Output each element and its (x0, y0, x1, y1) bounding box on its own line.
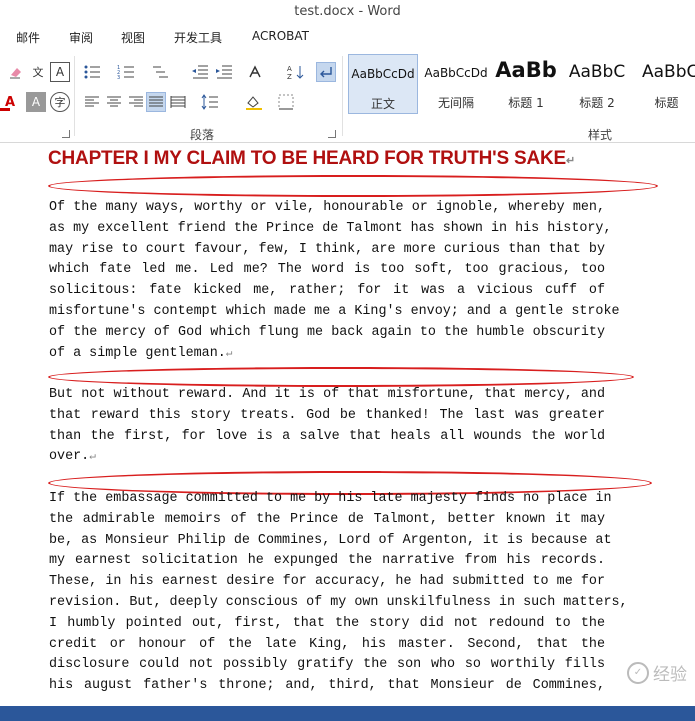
distributed-icon[interactable] (168, 92, 188, 112)
text-line: that reward this story treats. God be th… (49, 407, 605, 423)
bullets-icon[interactable] (82, 62, 102, 82)
styles-group-label: 样式 (588, 128, 613, 142)
text-line: solicitous: fate kicked me, rather; for … (49, 283, 605, 299)
text-line: of a simple gentleman.↵ (49, 345, 233, 361)
tab-acrobat[interactable]: ACROBAT (252, 29, 309, 43)
multilevel-list-icon[interactable] (150, 62, 170, 82)
font-dialog-launcher[interactable] (62, 130, 70, 138)
text-line: of the mercy of God which flung me back … (49, 324, 605, 340)
align-left-icon[interactable] (82, 92, 102, 112)
styles-gallery: AaBbCcDd 正文 AaBbCcDd 无间隔 AaBb 标题 1 AaBbC… (346, 54, 695, 114)
text-line: misfortune's contempt which made me a Ki… (49, 303, 620, 319)
line-spacing-icon[interactable] (200, 92, 220, 112)
enclose-characters-icon[interactable]: 字 (50, 92, 70, 112)
menu-bar: 邮件 审阅 视图 开发工具 ACROBAT (0, 26, 695, 48)
word-window: test.docx - Word 邮件 审阅 视图 开发工具 ACROBAT 文… (0, 0, 695, 721)
window-title: test.docx - Word (0, 0, 695, 24)
text-line: may rise to court favour, few, I think, … (49, 241, 605, 257)
tab-view[interactable]: 视图 (121, 29, 145, 46)
style-no-spacing[interactable]: AaBbCcDd 无间隔 (420, 54, 492, 114)
character-border-icon[interactable]: A (50, 62, 70, 82)
svg-text:A: A (287, 65, 292, 73)
text-line: credit or honour of the late King, his m… (49, 636, 605, 652)
justify-icon[interactable] (146, 92, 166, 112)
paragraph-group-label: 段落 (190, 128, 215, 142)
ribbon: 文 A A A 字 123 AZ 段落 AaBbCcDd 正文 AaBbCcDd… (0, 50, 695, 143)
text-line: which fate led me. Led me? The word is t… (49, 262, 605, 278)
watermark-logo-icon: ✓ (627, 661, 649, 684)
tab-mailings[interactable]: 邮件 (16, 29, 40, 46)
asian-layout-icon[interactable] (246, 62, 266, 82)
paragraph-3: If the embassage committed to me by his … (49, 489, 628, 697)
text-line: as my excellent friend the Prince de Tal… (49, 220, 612, 236)
increase-indent-icon[interactable] (214, 62, 234, 82)
show-formatting-marks-icon[interactable] (316, 62, 336, 82)
svg-text:3: 3 (117, 75, 120, 80)
shading-icon[interactable] (244, 92, 264, 112)
numbering-icon[interactable]: 123 (116, 62, 136, 82)
text-line: disclosure could not possibly gratify th… (49, 657, 605, 673)
character-shading-icon[interactable]: A (26, 92, 46, 112)
align-right-icon[interactable] (126, 92, 146, 112)
annotation-ellipse (48, 367, 634, 387)
style-title[interactable]: AaBbC 标题 (638, 54, 695, 114)
tab-review[interactable]: 审阅 (69, 29, 93, 46)
clear-formatting-icon[interactable] (6, 62, 26, 82)
style-heading-2[interactable]: AaBbC 标题 2 (564, 54, 630, 114)
group-separator (342, 56, 343, 136)
text-line: be, as Monsieur Philip de Commines, Lord… (49, 532, 612, 548)
text-line: But not without reward. And it is of tha… (49, 387, 605, 402)
borders-icon[interactable] (276, 92, 296, 112)
font-color-swatch (0, 108, 10, 111)
sort-icon[interactable]: AZ (286, 62, 306, 82)
text-line: than the first, for love is a salve that… (49, 428, 605, 444)
text-line: his august father's throne; and, third, … (49, 678, 605, 694)
style-heading-1[interactable]: AaBb 标题 1 (494, 54, 558, 114)
decrease-indent-icon[interactable] (190, 62, 210, 82)
tab-developer[interactable]: 开发工具 (174, 29, 222, 46)
paragraph-dialog-launcher[interactable] (328, 130, 336, 138)
style-normal[interactable]: AaBbCcDd 正文 (348, 54, 418, 114)
paragraph-1: Of the many ways, worthy or vile, honour… (49, 198, 620, 364)
svg-text:Z: Z (287, 73, 292, 80)
text-line: I humbly pointed out, first, that the st… (49, 615, 605, 631)
annotation-ellipse (48, 175, 658, 197)
watermark: ✓ 经验 (627, 660, 687, 685)
document-page[interactable]: CHAPTER I MY CLAIM TO BE HEARD FOR TRUTH… (0, 144, 695, 706)
paragraph-2: But not without reward. And it is of tha… (49, 385, 605, 468)
text-line: revision. But, deeply conscious of my ow… (49, 594, 628, 610)
status-bar (0, 706, 695, 721)
chapter-heading: CHAPTER I MY CLAIM TO BE HEARD FOR TRUTH… (48, 148, 576, 169)
group-separator (74, 56, 75, 136)
text-line: over.↵ (49, 449, 96, 465)
text-line: These, in his earnest desire for accurac… (49, 574, 605, 590)
align-center-icon[interactable] (104, 92, 124, 112)
phonetic-guide-icon[interactable]: 文 (28, 62, 48, 82)
text-line: the admirable memoirs of the Prince de T… (49, 511, 605, 527)
text-line: If the embassage committed to me by his … (49, 491, 612, 506)
text-line: my earnest solicitation he expunged the … (49, 553, 605, 569)
text-line: Of the many ways, worthy or vile, honour… (49, 200, 605, 215)
